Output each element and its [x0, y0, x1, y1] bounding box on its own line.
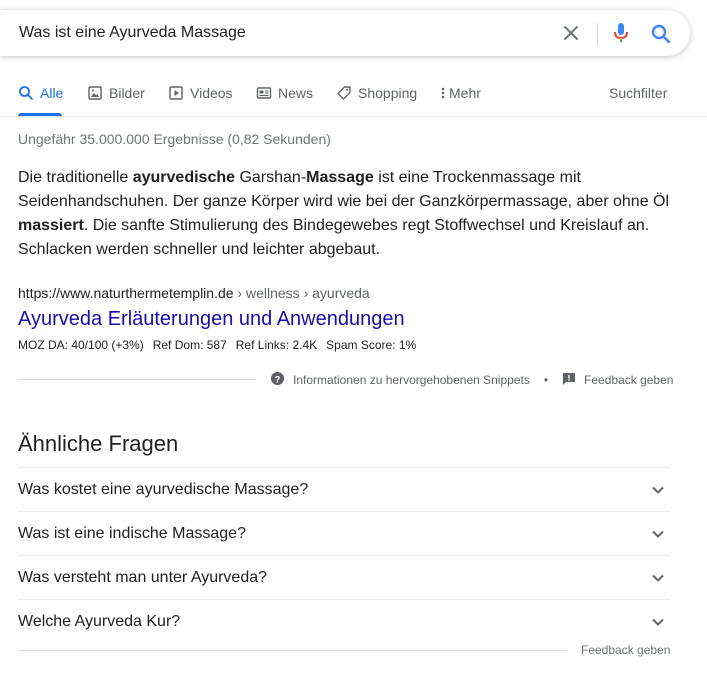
chevron-down-icon [650, 482, 666, 498]
feedback-icon [562, 372, 576, 389]
search-filters-button[interactable]: Suchfilter [609, 85, 667, 101]
tab-all[interactable]: Alle [18, 85, 63, 101]
tabs-divider [0, 116, 707, 117]
search-box[interactable]: Was ist eine Ayurveda Massage [0, 10, 690, 56]
search-tabs: Alle Bilder Videos News Shopping Mehr Su… [0, 80, 707, 116]
related-questions-divider [18, 650, 567, 651]
separator-dot: • [543, 373, 549, 387]
tab-images[interactable]: Bilder [87, 85, 145, 101]
snippet-info-link[interactable]: ? Informationen zu hervorgehobenen Snipp… [270, 371, 530, 389]
tab-label: Alle [40, 85, 64, 101]
seo-metrics-bar: MOZ DA: 40/100 (+3%) Ref Dom: 587 Ref Link… [18, 338, 425, 352]
search-icon[interactable] [650, 23, 672, 45]
related-questions-heading: Ähnliche Fragen [18, 431, 179, 456]
chevron-down-icon [650, 526, 666, 542]
svg-text:?: ? [275, 374, 281, 384]
moz-da: MOZ DA: 40/100 (+3%) [18, 338, 144, 352]
tab-videos[interactable]: Videos [168, 85, 233, 101]
microphone-icon[interactable] [611, 22, 631, 44]
search-divider [597, 23, 598, 45]
result-url[interactable]: https://www.naturthermetemplin.de › well… [18, 285, 370, 301]
news-icon [256, 85, 272, 101]
help-icon: ? [270, 371, 285, 389]
tag-icon [336, 85, 352, 101]
related-question-item[interactable]: Welche Ayurveda Kur? [18, 599, 670, 643]
search-icon [18, 85, 34, 101]
tab-label: Bilder [109, 85, 145, 101]
more-vert-icon [440, 85, 446, 101]
chevron-down-icon [650, 614, 666, 630]
related-questions-feedback-link[interactable]: Feedback geben [581, 643, 670, 657]
result-stats: Ungefähr 35.000.000 Ergebnisse (0,82 Sek… [18, 131, 331, 147]
ref-dom: Ref Dom: 587 [152, 338, 227, 352]
tab-label: News [278, 85, 314, 101]
video-icon [168, 85, 184, 101]
snippet-footer: ? Informationen zu hervorgehobenen Snipp… [270, 371, 673, 389]
tab-more[interactable]: Mehr [440, 85, 481, 101]
spam-score: Spam Score: 1% [326, 338, 417, 352]
image-icon [87, 85, 103, 101]
ref-links: Ref Links: 2.4K [235, 338, 318, 352]
clear-icon[interactable] [561, 23, 581, 43]
tab-label: Shopping [358, 85, 418, 101]
chevron-down-icon [650, 570, 666, 586]
snippet-divider [18, 379, 256, 380]
tab-shopping[interactable]: Shopping [336, 85, 417, 101]
related-question-item[interactable]: Was versteht man unter Ayurveda? [18, 555, 670, 599]
snippet-feedback-link[interactable]: Feedback geben [562, 372, 673, 389]
search-input[interactable]: Was ist eine Ayurveda Massage [19, 24, 246, 42]
featured-snippet-text: Die traditionelle ayurvedische Garshan-M… [18, 169, 670, 258]
result-title-link[interactable]: Ayurveda Erläuterungen und Anwendungen [18, 308, 405, 331]
tab-news[interactable]: News [256, 85, 313, 101]
tab-label: Videos [190, 85, 233, 101]
related-question-item[interactable]: Was ist eine indische Massage? [18, 511, 670, 555]
related-questions-list: Was kostet eine ayurvedische Massage? Wa… [18, 467, 670, 643]
tab-label: Mehr [449, 85, 481, 101]
related-question-item[interactable]: Was kostet eine ayurvedische Massage? [18, 467, 670, 511]
